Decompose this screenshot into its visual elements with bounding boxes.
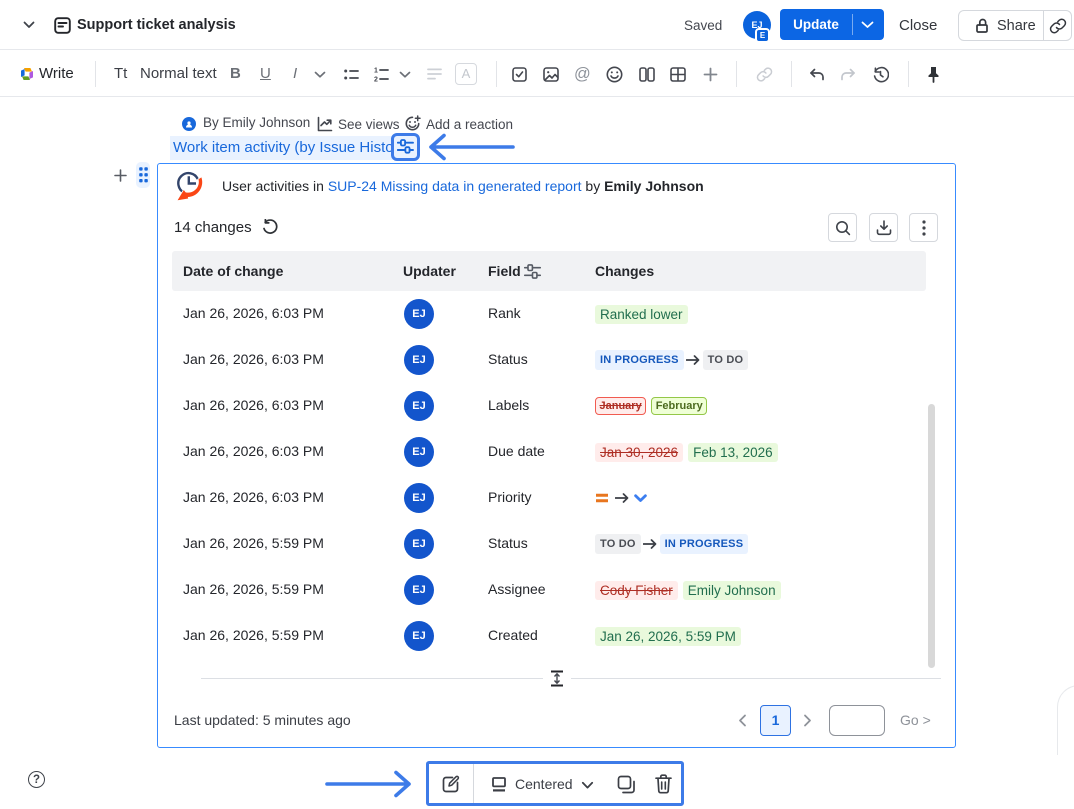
svg-text:1: 1 — [374, 67, 378, 74]
svg-text:2: 2 — [374, 76, 378, 82]
